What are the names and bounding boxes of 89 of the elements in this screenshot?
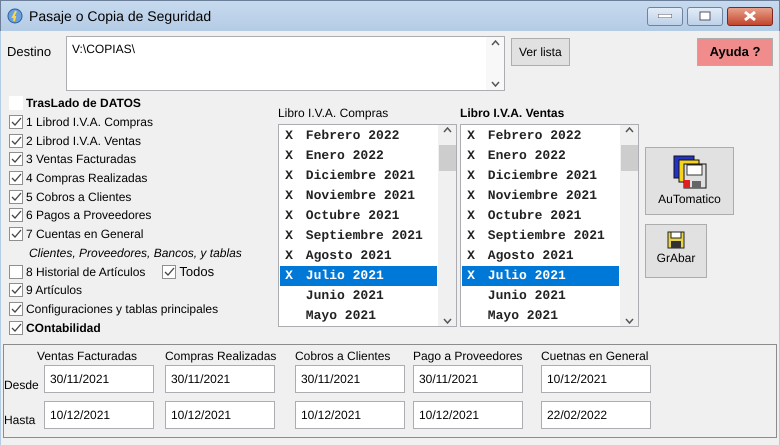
list-item[interactable]: X Diciembre 2021 xyxy=(280,166,437,186)
date-field[interactable]: 10/12/2021 xyxy=(413,401,523,429)
month-list[interactable]: X Febrero 2022 X Enero 2022 X Diciembre 2021 X Noviembre 2021 X Octubre 2021 X Septiembre 2021 X Agosto 2021 X Julio 2021 Junio 2021 Mayo 2021 xyxy=(278,124,457,327)
checkbox[interactable] xyxy=(9,115,23,130)
minimize-icon xyxy=(658,14,672,18)
checkbox[interactable] xyxy=(9,227,23,242)
row-label: Desde xyxy=(4,376,40,394)
date-field[interactable]: 10/12/2021 xyxy=(295,401,405,429)
list-item[interactable]: X Febrero 2022 xyxy=(280,126,437,146)
checkbox[interactable] xyxy=(162,264,176,279)
option-label: 2 Librod I.V.A. Ventas xyxy=(26,132,141,150)
list-item[interactable]: X Octubre 2021 xyxy=(462,206,619,226)
minimize-button[interactable] xyxy=(647,6,683,26)
list-item[interactable]: X Diciembre 2021 xyxy=(462,166,619,186)
checkbox[interactable] xyxy=(9,208,23,222)
note-text: Clientes, Proveedores, Bancos, y tablas xyxy=(28,244,242,262)
close-button[interactable] xyxy=(727,6,773,26)
list-item[interactable]: X Enero 2022 xyxy=(280,146,437,166)
scrollbar-thumb[interactable] xyxy=(438,145,456,171)
date-field[interactable]: 10/12/2021 xyxy=(541,365,651,393)
list-item[interactable]: Junio 2021 xyxy=(462,286,619,306)
column-heading: Compras Realizadas xyxy=(165,348,278,365)
scrollbar-thumb[interactable] xyxy=(620,145,638,171)
list-item[interactable]: X Enero 2022 xyxy=(462,146,619,166)
list-item[interactable]: X Noviembre 2021 xyxy=(462,186,619,206)
maximize-icon xyxy=(699,11,711,21)
column-heading: Cobros a Clientes xyxy=(295,348,392,365)
grabar-button[interactable]: GrAbar xyxy=(645,224,707,278)
window-title: Pasaje o Copia de Seguridad xyxy=(29,6,212,26)
section-heading: TrasLado de DATOS xyxy=(26,95,141,112)
app-icon xyxy=(7,8,23,24)
column-heading: Pago a Proveedores xyxy=(413,348,524,365)
list-item[interactable]: Mayo 2021 xyxy=(462,306,619,326)
automatico-button[interactable]: AuTomatico xyxy=(645,147,734,215)
month-list[interactable]: X Febrero 2022 X Enero 2022 X Diciembre 2021 X Noviembre 2021 X Octubre 2021 X Septiembre 2021 X Agosto 2021 X Julio 2021 Junio 2021 Mayo 2021 xyxy=(460,124,639,327)
list-title: Libro I.V.A. Compras xyxy=(278,105,390,122)
list-item[interactable]: X Febrero 2022 xyxy=(462,126,619,146)
date-field[interactable]: 10/12/2021 xyxy=(165,401,275,429)
date-field[interactable]: 30/11/2021 xyxy=(44,365,154,393)
column-heading: Ventas Facturadas xyxy=(37,348,138,365)
list-item[interactable]: X Septiembre 2021 xyxy=(280,226,437,246)
option-label: 5 Cobros a Clientes xyxy=(26,188,132,206)
checkbox[interactable] xyxy=(9,264,23,279)
list-item[interactable]: X Noviembre 2021 xyxy=(280,186,437,206)
list-title: Libro I.V.A. Ventas xyxy=(460,105,566,122)
maximize-button[interactable] xyxy=(687,6,723,26)
date-field[interactable]: 10/12/2021 xyxy=(44,401,154,429)
column-heading: Cuetnas en General xyxy=(541,348,650,365)
option-label: Todos xyxy=(179,262,214,281)
list-item[interactable]: X Septiembre 2021 xyxy=(462,226,619,246)
option-label: 4 Compras Realizadas xyxy=(26,170,148,188)
checkbox[interactable] xyxy=(9,134,23,148)
list-item[interactable]: X Agosto 2021 xyxy=(280,246,437,266)
checkbox[interactable] xyxy=(9,190,23,204)
checkbox[interactable] xyxy=(9,320,23,335)
option-label: 9 Artículos xyxy=(26,282,82,300)
list-item[interactable]: X Julio 2021 xyxy=(280,266,437,286)
scroll-up-icon[interactable] xyxy=(624,127,634,133)
scroll-down-icon[interactable] xyxy=(490,81,500,87)
scroll-up-icon[interactable] xyxy=(442,127,452,133)
scroll-up-icon[interactable] xyxy=(490,40,500,46)
option-label: 1 Librod I.V.A. Compras xyxy=(26,114,153,132)
scroll-down-icon[interactable] xyxy=(442,318,452,324)
help-button[interactable]: Ayuda ? xyxy=(697,38,773,66)
option-label: 7 Cuentas en General xyxy=(26,226,144,244)
floppy-stack-icon xyxy=(672,154,708,190)
option-label: 3 Ventas Facturadas xyxy=(26,151,136,168)
list-item[interactable]: X Julio 2021 xyxy=(462,266,619,286)
row-label: Hasta xyxy=(4,412,36,428)
list-item[interactable]: Junio 2021 xyxy=(280,286,437,306)
checkbox[interactable] xyxy=(9,152,23,166)
ver-lista-button[interactable]: Ver lista xyxy=(511,38,570,66)
checkbox[interactable] xyxy=(9,302,23,316)
date-field[interactable]: 30/11/2021 xyxy=(165,365,275,393)
checkbox[interactable] xyxy=(9,171,23,186)
date-field[interactable]: 30/11/2021 xyxy=(295,365,405,393)
destino-label: Destino xyxy=(7,43,52,61)
date-field[interactable]: 30/11/2021 xyxy=(413,365,523,393)
close-icon xyxy=(743,10,757,22)
date-field[interactable]: 22/02/2022 xyxy=(541,401,651,429)
list-item[interactable]: X Octubre 2021 xyxy=(280,206,437,226)
checkbox[interactable] xyxy=(9,283,23,298)
option-label: 8 Historial de Artículos xyxy=(26,264,146,281)
option-label: Configuraciones y tablas principales xyxy=(26,300,218,318)
option-label: 6 Pagos a Proveedores xyxy=(26,207,152,224)
list-item[interactable]: Mayo 2021 xyxy=(280,306,437,326)
list-item[interactable]: X Agosto 2021 xyxy=(462,246,619,266)
scroll-down-icon[interactable] xyxy=(624,318,634,324)
option-label: COntabilidad xyxy=(26,320,101,337)
